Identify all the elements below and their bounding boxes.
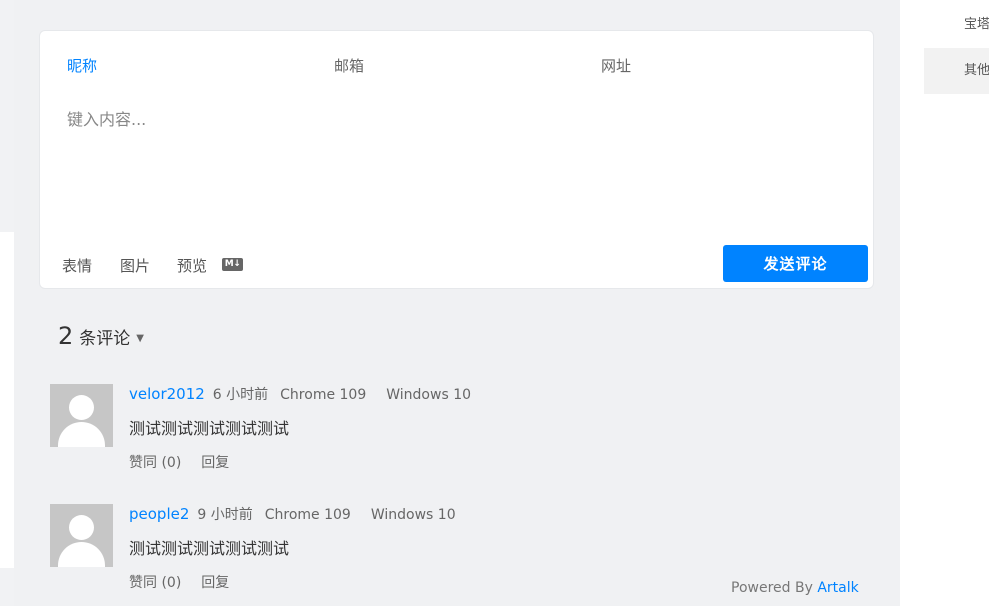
- comment-browser: Chrome 109: [264, 507, 351, 523]
- comment-meta: velor2012 6 小时前 Chrome 109 Windows 10: [129, 384, 471, 404]
- comment-author-link[interactable]: people2: [129, 505, 189, 523]
- nickname-input[interactable]: 昵称: [67, 55, 97, 76]
- powered-by: Powered By Artalk: [731, 580, 859, 596]
- comment-actions: 赞同 (0) 回复: [129, 572, 229, 592]
- avatar: [50, 504, 113, 567]
- image-button[interactable]: 图片: [120, 255, 150, 276]
- markdown-icon[interactable]: M↓: [222, 258, 243, 271]
- send-comment-button[interactable]: 发送评论: [723, 245, 868, 282]
- avatar-head-shape: [69, 515, 94, 540]
- comment-author-link[interactable]: velor2012: [129, 385, 205, 403]
- like-button[interactable]: 赞同 (0): [129, 575, 181, 591]
- sidebar-item-other[interactable]: 其他: [924, 48, 989, 94]
- comment-editor: 昵称 邮箱 网址 键入内容... 表情 图片 预览 M↓ 发送评论: [39, 30, 874, 289]
- sort-caret-icon[interactable]: ▼: [136, 333, 144, 344]
- preview-button[interactable]: 预览: [177, 255, 207, 276]
- comment-os: Windows 10: [386, 387, 472, 403]
- left-edge-white-segment: [0, 232, 14, 568]
- comment-meta: people2 9 小时前 Chrome 109 Windows 10: [129, 504, 456, 524]
- right-sidebar: 宝塔 其他: [900, 0, 989, 606]
- comment-os: Windows 10: [370, 507, 456, 523]
- comment-item: people2 9 小时前 Chrome 109 Windows 10 测试测试测试测…: [50, 504, 850, 604]
- sidebar-item-baota[interactable]: 宝塔: [924, 2, 989, 48]
- comment-browser: Chrome 109: [280, 387, 367, 403]
- avatar-body-shape: [58, 422, 105, 447]
- comment-textarea[interactable]: 键入内容...: [67, 106, 146, 130]
- comment-content: 测试测试测试测试测试: [129, 419, 290, 438]
- sidebar-item-label: 宝塔: [964, 17, 989, 32]
- comment-count: 2: [58, 322, 74, 350]
- comment-count-label: 条评论: [79, 329, 131, 349]
- left-edge-strip: [0, 0, 14, 606]
- comment-actions: 赞同 (0) 回复: [129, 452, 229, 472]
- like-button[interactable]: 赞同 (0): [129, 455, 181, 471]
- avatar-body-shape: [58, 542, 105, 567]
- emoji-button[interactable]: 表情: [62, 255, 92, 276]
- email-input[interactable]: 邮箱: [334, 55, 364, 76]
- website-input[interactable]: 网址: [601, 55, 631, 76]
- artalk-link[interactable]: Artalk: [817, 580, 858, 596]
- reply-button[interactable]: 回复: [201, 455, 229, 471]
- page: 宝塔 其他 昵称 邮箱 网址 键入内容... 表情 图片 预览 M↓ 发送评论 …: [0, 0, 989, 606]
- avatar: [50, 384, 113, 447]
- comment-count-header[interactable]: 2 条评论 ▼: [58, 322, 144, 350]
- reply-button[interactable]: 回复: [201, 575, 229, 591]
- comment-content: 测试测试测试测试测试: [129, 539, 290, 558]
- comment-item: velor2012 6 小时前 Chrome 109 Windows 10 测试测试测…: [50, 384, 850, 484]
- comment-time: 6 小时前: [212, 387, 269, 403]
- sidebar-item-label: 其他: [964, 63, 989, 78]
- avatar-head-shape: [69, 395, 94, 420]
- comment-time: 9 小时前: [197, 507, 253, 523]
- powered-by-prefix: Powered By: [731, 580, 818, 596]
